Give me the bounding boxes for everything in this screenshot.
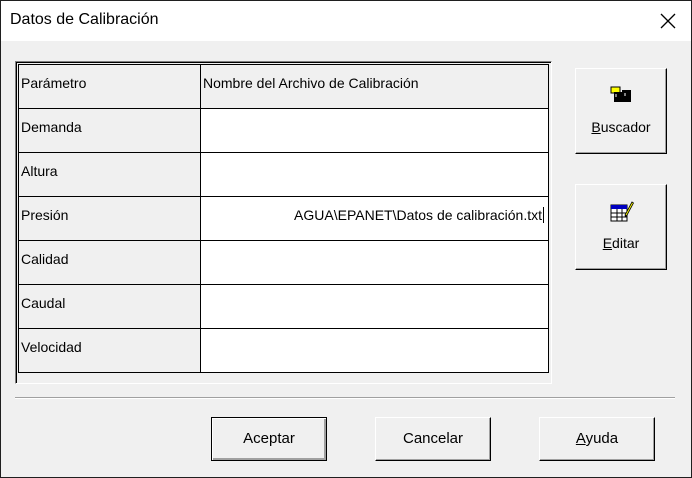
table-row: Presión AGUA\EPANET\Datos de calibración… xyxy=(18,196,549,241)
file-cell-caudal[interactable] xyxy=(200,284,549,329)
calibration-grid-frame: Parámetro Nombre del Archivo de Calibrac… xyxy=(15,61,552,384)
calibration-grid: Parámetro Nombre del Archivo de Calibrac… xyxy=(18,64,549,373)
browse-button[interactable]: Buscador xyxy=(575,68,667,154)
row-label-caudal: Caudal xyxy=(18,284,201,329)
file-cell-calidad[interactable] xyxy=(200,240,549,285)
binoculars-icon xyxy=(610,86,631,102)
table-row: Calidad xyxy=(18,240,549,285)
dialog-title: Datos de Calibración xyxy=(10,11,159,28)
grid-header-row: Parámetro Nombre del Archivo de Calibrac… xyxy=(18,64,549,109)
browse-button-label: Buscador xyxy=(591,119,651,135)
row-label-presion: Presión xyxy=(18,196,201,241)
close-icon xyxy=(660,13,676,29)
row-label-altura: Altura xyxy=(18,152,201,197)
text-caret xyxy=(543,207,544,223)
row-label-demanda: Demanda xyxy=(18,108,201,153)
title-bar: Datos de Calibración xyxy=(1,1,691,41)
edit-table-icon xyxy=(610,201,634,222)
close-button[interactable] xyxy=(645,1,691,41)
calibration-dialog: Datos de Calibración Parámetro Nombre de… xyxy=(0,0,692,478)
file-path-text: AGUA\EPANET\Datos de calibración.txt xyxy=(294,207,542,223)
column-header-parameter: Parámetro xyxy=(18,64,201,109)
row-label-calidad: Calidad xyxy=(18,240,201,285)
accept-button[interactable]: Aceptar xyxy=(211,417,327,461)
row-label-velocidad: Velocidad xyxy=(18,328,201,373)
file-cell-presion[interactable]: AGUA\EPANET\Datos de calibración.txt xyxy=(200,196,549,241)
separator-line xyxy=(15,397,675,399)
file-cell-demanda[interactable] xyxy=(200,108,549,153)
table-row: Velocidad xyxy=(18,328,549,373)
help-button[interactable]: Ayuda xyxy=(539,417,655,461)
cancel-button[interactable]: Cancelar xyxy=(375,417,491,461)
table-row: Caudal xyxy=(18,284,549,329)
table-row: Altura xyxy=(18,152,549,197)
file-cell-altura[interactable] xyxy=(200,152,549,197)
file-cell-velocidad[interactable] xyxy=(200,328,549,373)
column-header-filename: Nombre del Archivo de Calibración xyxy=(200,64,549,109)
table-row: Demanda xyxy=(18,108,549,153)
edit-button-label: Editar xyxy=(602,235,640,251)
edit-button[interactable]: Editar xyxy=(575,184,667,270)
